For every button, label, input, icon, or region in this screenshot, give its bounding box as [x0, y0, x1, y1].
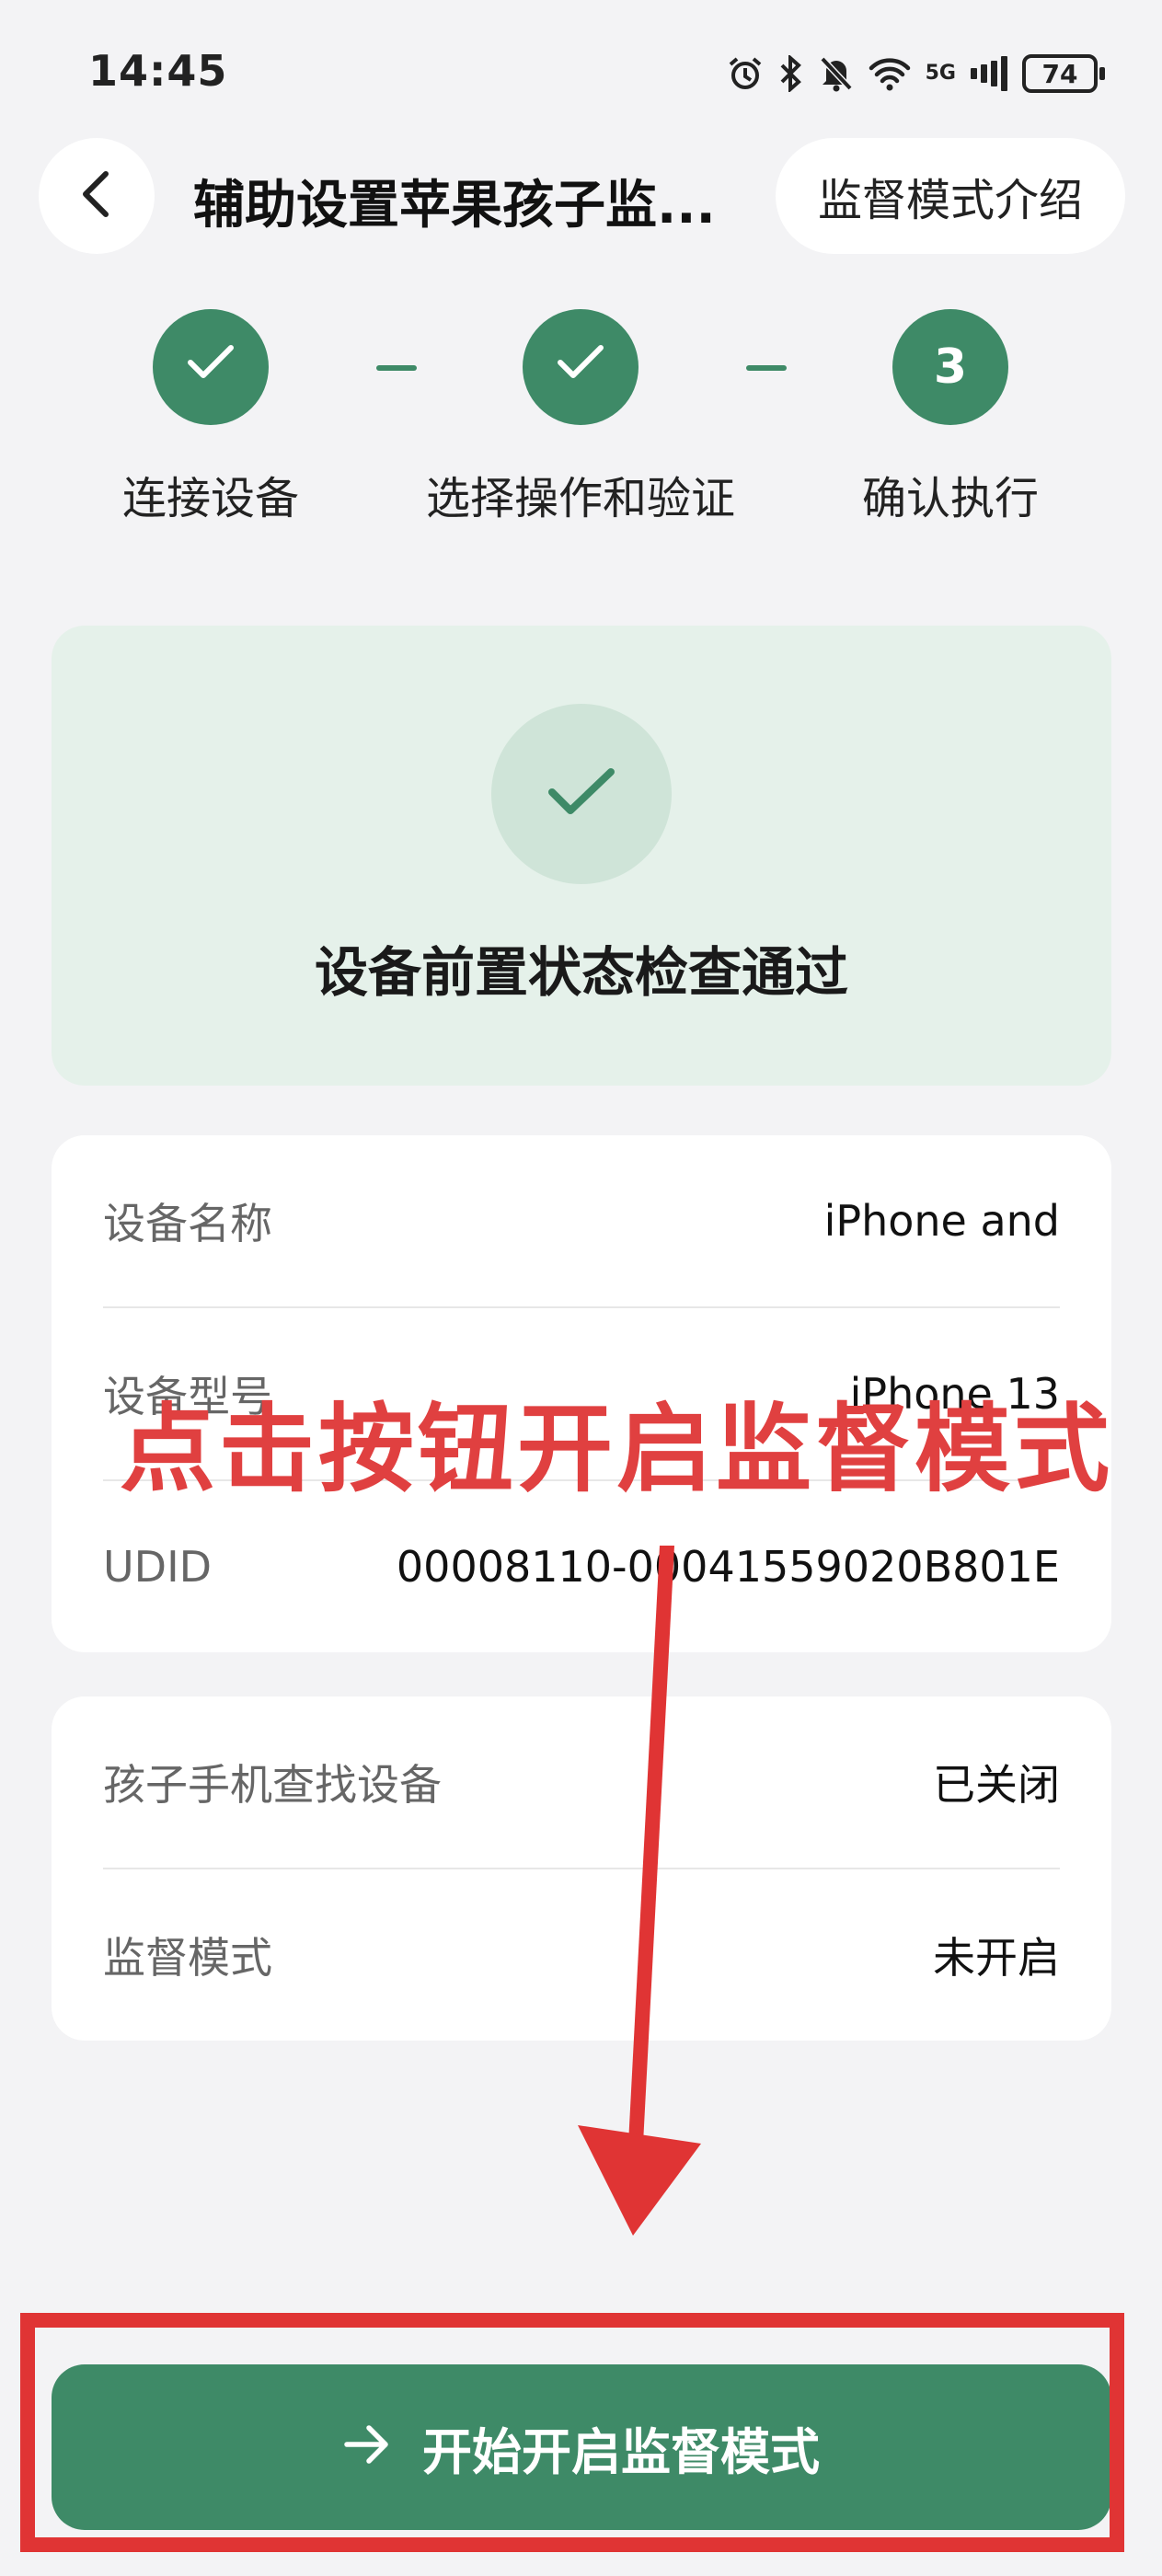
- step-3-circle: 3: [892, 309, 1008, 425]
- info-label: 孩子手机查找设备: [103, 1760, 442, 1810]
- info-value: 已关闭: [933, 1760, 1060, 1810]
- info-value: iPhone and: [823, 1196, 1060, 1246]
- step-label: 连接设备: [121, 473, 299, 524]
- page-title: 辅助设置苹果孩子监...: [193, 176, 716, 236]
- status-time: 14:45: [88, 46, 228, 96]
- step-2-circle: [523, 309, 639, 425]
- annotation-highlight-box: [20, 2313, 1124, 2552]
- precheck-success-text: 设备前置状态检查通过: [314, 941, 848, 1004]
- info-row-device-name: 设备名称 iPhone and: [103, 1135, 1060, 1306]
- check-icon: [545, 765, 618, 823]
- mute-icon: [819, 55, 854, 92]
- step-1-circle: [153, 309, 269, 425]
- annotation-instruction-text: 点击按钮开启监督模式: [120, 1393, 1114, 1505]
- battery-icon: 74: [1022, 54, 1105, 93]
- step-confirm-execute: 3 确认执行: [757, 309, 1144, 526]
- step-select-verify: 选择操作和验证: [387, 309, 774, 526]
- status-bar: 14:45 5G 74: [0, 0, 1162, 147]
- info-value: 未开启: [933, 1933, 1060, 1983]
- check-icon: [185, 339, 236, 395]
- network-label: 5G: [925, 62, 956, 85]
- info-row-supervision-mode: 监督模式 未开启: [103, 1868, 1060, 2041]
- back-button[interactable]: [39, 138, 155, 254]
- success-check-badge: [491, 704, 672, 884]
- wifi-icon: [869, 55, 911, 92]
- alarm-icon: [727, 55, 764, 92]
- step-connect-device: 连接设备: [17, 309, 404, 526]
- info-row-find-my: 孩子手机查找设备 已关闭: [103, 1696, 1060, 1868]
- status-icons: 5G 74: [727, 46, 1105, 101]
- chevron-left-icon: [76, 168, 117, 224]
- supervision-status-card: 孩子手机查找设备 已关闭 监督模式 未开启: [52, 1696, 1111, 2041]
- info-label: 设备名称: [103, 1199, 272, 1248]
- info-value: 00008110-00041559020B801E: [396, 1542, 1060, 1592]
- info-label: 监督模式: [103, 1933, 272, 1983]
- bluetooth-icon: [778, 55, 804, 92]
- signal-icon: [971, 55, 1007, 92]
- info-label: UDID: [103, 1542, 213, 1592]
- step-label: 选择操作和验证: [425, 473, 735, 524]
- precheck-success-card: 设备前置状态检查通过: [52, 626, 1111, 1086]
- step-label: 确认执行: [861, 473, 1039, 524]
- check-icon: [555, 339, 606, 395]
- supervision-intro-button[interactable]: 监督模式介绍: [776, 138, 1125, 254]
